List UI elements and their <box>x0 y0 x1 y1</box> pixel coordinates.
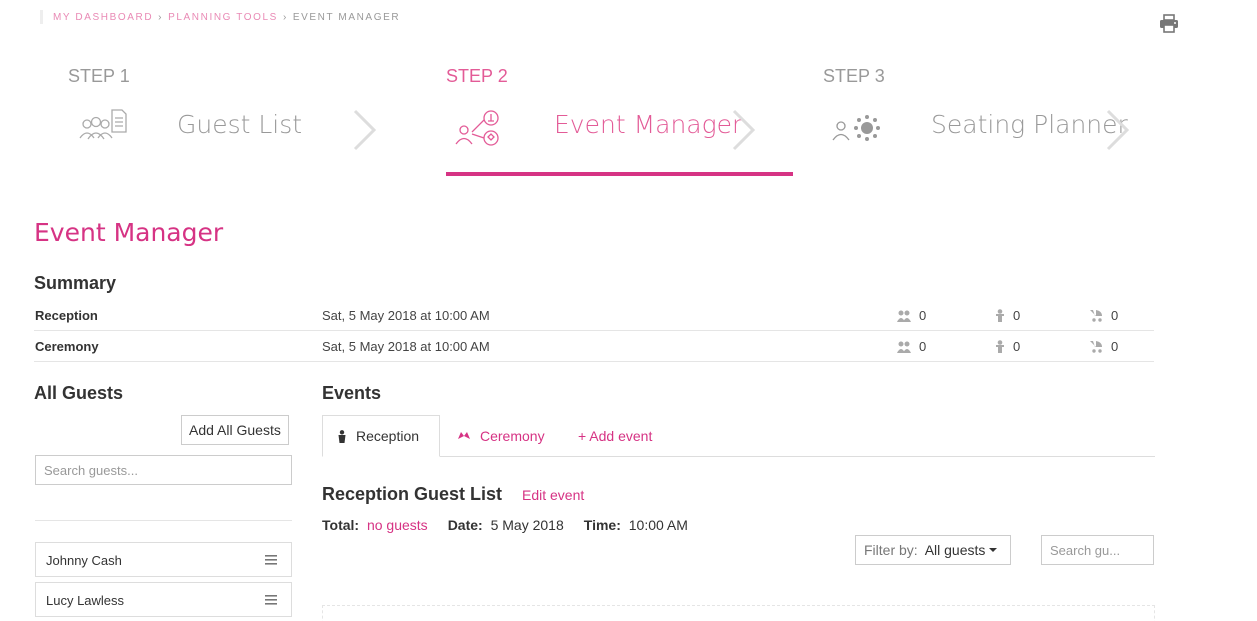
time-label: Time: <box>583 517 621 533</box>
breadcrumb: MY DASHBOARD › PLANNING TOOLS › EVENT MA… <box>40 10 400 24</box>
date-value: 5 May 2018 <box>490 517 564 533</box>
chevron-right-icon <box>1106 109 1130 151</box>
guest-list-item[interactable]: Lucy Lawless <box>35 582 292 617</box>
rings-icon <box>458 432 470 439</box>
person-icon <box>338 429 346 443</box>
active-step-indicator <box>446 172 793 176</box>
guest-name: Lucy Lawless <box>46 593 125 608</box>
adults-icon <box>897 341 911 353</box>
drag-handle-icon[interactable] <box>265 555 277 565</box>
filter-value: All guests <box>924 542 986 558</box>
drag-handle-icon[interactable] <box>265 595 277 605</box>
child-icon <box>996 309 1004 322</box>
seating-planner-icon <box>832 115 880 141</box>
child-count: 0 <box>995 339 1020 354</box>
adult-count: 0 <box>897 339 926 354</box>
print-icon[interactable] <box>1158 12 1180 34</box>
tab-label: Ceremony <box>480 428 545 444</box>
step-event-manager[interactable]: STEP 2 Event Manager <box>446 66 793 176</box>
step-number: STEP 3 <box>823 66 885 86</box>
tab-ceremony[interactable]: Ceremony <box>457 415 545 457</box>
event-datetime: Sat, 5 May 2018 at 10:00 AM <box>322 308 490 323</box>
guest-list-title: Reception Guest List <box>322 484 503 504</box>
guest-name: Johnny Cash <box>46 553 122 568</box>
filter-label: Filter by: <box>864 542 918 558</box>
divider <box>35 520 292 521</box>
total-label: Total: <box>322 517 360 533</box>
edit-event-link[interactable]: Edit event <box>522 487 584 503</box>
step-seating-planner[interactable]: STEP 3 Seating Planner <box>823 66 1143 176</box>
baby-carriage-icon <box>1090 310 1102 322</box>
time-group: Time: 10:00 AM <box>584 517 688 533</box>
adult-count-value: 0 <box>919 339 927 354</box>
breadcrumb-dashboard[interactable]: MY DASHBOARD <box>53 12 153 23</box>
add-event-link[interactable]: + Add event <box>578 415 652 457</box>
event-meta: Total: no guests Date: 5 May 2018 Time: … <box>322 517 708 533</box>
time-value: 10:00 AM <box>628 517 688 533</box>
summary-heading: Summary <box>34 273 117 293</box>
adult-count-value: 0 <box>919 308 927 323</box>
guest-search-input[interactable]: Search guests... <box>35 455 292 485</box>
events-heading: Events <box>322 383 382 403</box>
step-number: STEP 1 <box>68 66 130 86</box>
step-guest-list[interactable]: STEP 1 Guest List <box>68 66 388 176</box>
add-all-guests-button[interactable]: Add All Guests <box>181 415 289 445</box>
baby-carriage-icon <box>1090 341 1102 353</box>
step-name: Guest List <box>177 110 303 139</box>
all-guests-heading: All Guests <box>34 383 124 403</box>
event-tabs: Reception Ceremony + Add event <box>322 415 1155 457</box>
event-manager-icon <box>455 110 499 146</box>
chevron-right-icon <box>732 109 756 151</box>
chevron-right-icon <box>353 109 377 151</box>
baby-count-value: 0 <box>1111 308 1119 323</box>
guest-list-item[interactable]: Johnny Cash <box>35 542 292 577</box>
breadcrumb-current: EVENT MANAGER <box>292 11 401 23</box>
tab-reception[interactable]: Reception <box>322 415 440 457</box>
breadcrumb-separator: › <box>282 11 288 23</box>
filter-dropdown[interactable]: Filter by: All guests <box>855 535 1011 565</box>
summary-table: Reception Sat, 5 May 2018 at 10:00 AM 0 … <box>34 300 1154 362</box>
breadcrumb-planning-tools[interactable]: PLANNING TOOLS <box>168 12 278 23</box>
child-count-value: 0 <box>1013 339 1021 354</box>
summary-row: Reception Sat, 5 May 2018 at 10:00 AM 0 … <box>34 300 1154 331</box>
guest-list-icon <box>79 109 127 140</box>
event-name: Ceremony <box>35 339 99 354</box>
child-icon <box>996 340 1004 353</box>
event-name: Reception <box>35 308 98 323</box>
baby-count-value: 0 <box>1111 339 1119 354</box>
adults-icon <box>897 310 911 322</box>
summary-row: Ceremony Sat, 5 May 2018 at 10:00 AM 0 0… <box>34 331 1154 362</box>
guest-drop-zone[interactable] <box>322 605 1155 621</box>
breadcrumb-bar <box>40 10 43 24</box>
page-title: Event Manager <box>34 218 224 247</box>
child-count: 0 <box>995 308 1020 323</box>
total-value: no guests <box>366 517 428 533</box>
date-label: Date: <box>447 517 483 533</box>
baby-count: 0 <box>1089 339 1118 354</box>
caret-down-icon <box>989 548 998 552</box>
step-name: Seating Planner <box>931 110 1128 139</box>
tab-label: Reception <box>356 428 420 444</box>
event-datetime: Sat, 5 May 2018 at 10:00 AM <box>322 339 490 354</box>
date-group: Date: 5 May 2018 <box>448 517 564 533</box>
total-group: Total: no guests <box>322 517 428 533</box>
event-guest-search-input[interactable]: Search gu... <box>1041 535 1154 565</box>
breadcrumb-separator: › <box>158 11 164 23</box>
baby-count: 0 <box>1089 308 1118 323</box>
child-count-value: 0 <box>1013 308 1021 323</box>
adult-count: 0 <box>897 308 926 323</box>
step-name: Event Manager <box>554 110 743 139</box>
step-progress: STEP 1 Guest List STEP 2 Event Manager S… <box>0 66 1257 178</box>
step-number: STEP 2 <box>446 66 508 86</box>
